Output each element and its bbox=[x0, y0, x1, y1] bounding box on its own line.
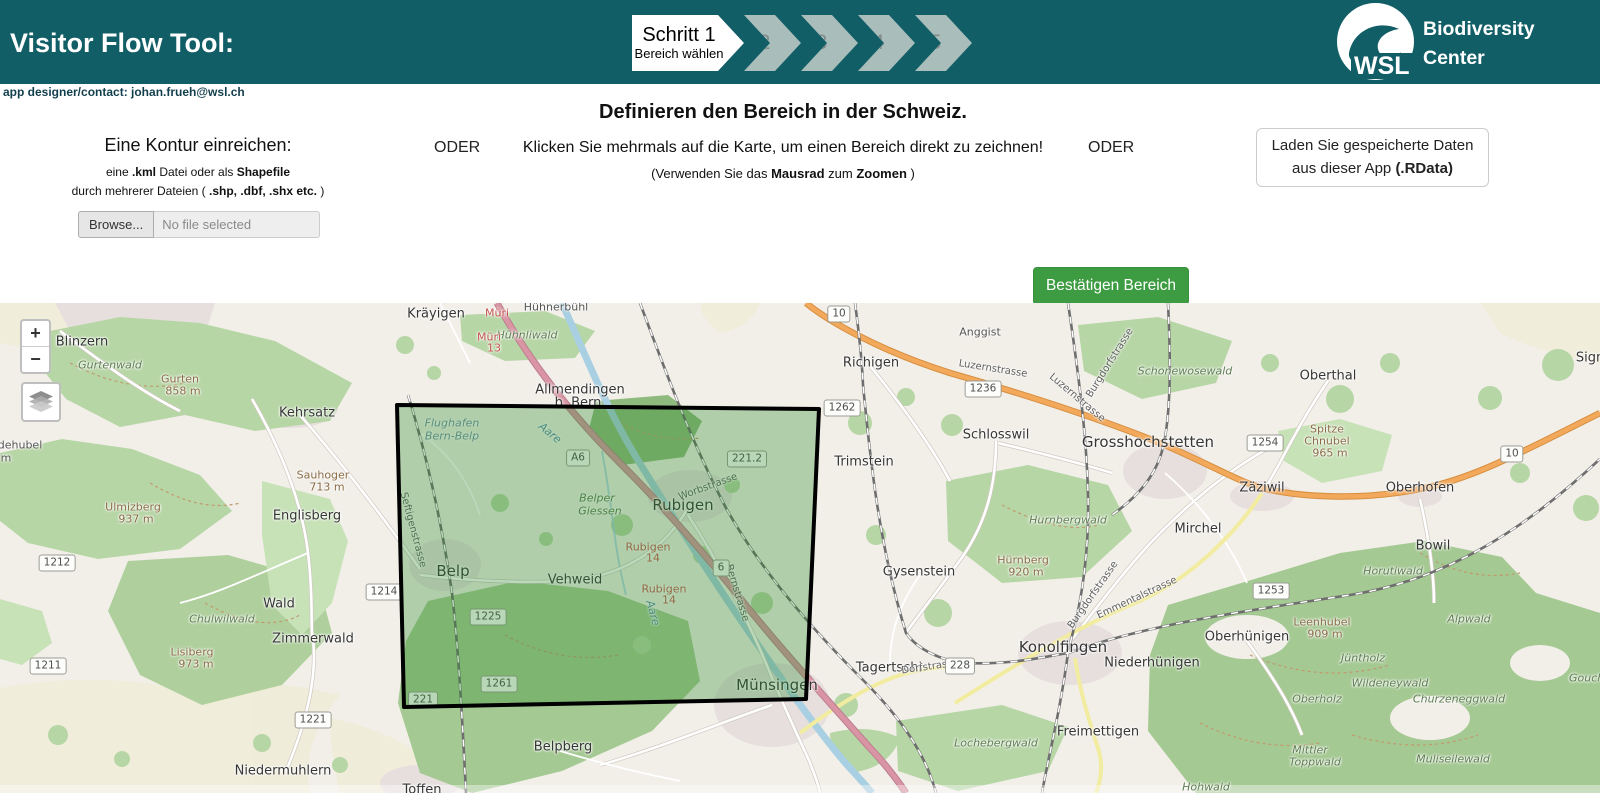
brand-line2: Center bbox=[1423, 44, 1535, 73]
brand-name: Biodiversity Center bbox=[1423, 15, 1535, 74]
step-3: 3 bbox=[801, 15, 858, 71]
load-rdata-line1: Laden Sie gespeicherte Daten bbox=[1257, 135, 1488, 158]
step-1-label: Schritt 1 bbox=[632, 24, 726, 47]
oder-separator-left: ODER bbox=[434, 139, 480, 157]
upload-title: Eine Kontur einreichen: bbox=[38, 135, 358, 156]
step-1-sublabel: Bereich wählen bbox=[632, 47, 726, 62]
upload-hint-2: durch mehrerer Dateien ( .shp, .dbf, .sh… bbox=[38, 184, 358, 198]
upload-section: Eine Kontur einreichen: eine .kml Datei … bbox=[38, 135, 358, 238]
draw-note: (Verwenden Sie das Mausrad zum Zoomen ) bbox=[500, 166, 1066, 181]
zoom-control: + − bbox=[20, 319, 51, 374]
draw-instruction: Klicken Sie mehrmals auf die Karte, um e… bbox=[500, 139, 1066, 157]
step-4: 4 bbox=[858, 15, 915, 71]
page-title: Definieren den Bereich in der Schweiz. bbox=[0, 101, 1566, 124]
map-base-tiles bbox=[0, 303, 1600, 793]
load-rdata-line2: aus dieser App (.RData) bbox=[1257, 158, 1488, 181]
oder-separator-right: ODER bbox=[1088, 139, 1134, 157]
header-bar: Visitor Flow Tool: Schritt 1 Bereich wäh… bbox=[0, 0, 1600, 84]
upload-hint-1: eine .kml Datei oder als Shapefile bbox=[38, 165, 358, 179]
browse-button[interactable]: Browse... bbox=[78, 211, 154, 238]
step-5: 5 bbox=[915, 15, 972, 71]
zoom-out-button[interactable]: − bbox=[22, 347, 49, 372]
zoom-in-button[interactable]: + bbox=[22, 321, 49, 347]
map[interactable]: BlinzernKehrsatzEnglisbergWaldZimmerwald… bbox=[0, 303, 1600, 793]
wsl-logo-text: WSL bbox=[1351, 53, 1413, 79]
contact-line: app designer/contact: johan.frueh@wsl.ch bbox=[3, 85, 245, 99]
file-field[interactable]: No file selected bbox=[154, 211, 320, 238]
file-input: Browse... No file selected bbox=[78, 211, 320, 238]
draw-instructions: Klicken Sie mehrmals auf die Karte, um e… bbox=[500, 139, 1066, 181]
load-rdata-button[interactable]: Laden Sie gespeicherte Daten aus dieser … bbox=[1256, 128, 1489, 187]
step-wizard: Schritt 1 Bereich wählen 2 3 4 5 bbox=[632, 15, 972, 71]
layers-icon bbox=[29, 391, 53, 413]
brand-line1: Biodiversity bbox=[1423, 15, 1535, 44]
step-1-active: Schritt 1 Bereich wählen bbox=[632, 15, 744, 71]
layers-control[interactable] bbox=[21, 382, 61, 422]
app-title: Visitor Flow Tool: bbox=[10, 28, 234, 59]
step-2: 2 bbox=[744, 15, 801, 71]
confirm-area-button[interactable]: Bestätigen Bereich bbox=[1033, 267, 1189, 305]
